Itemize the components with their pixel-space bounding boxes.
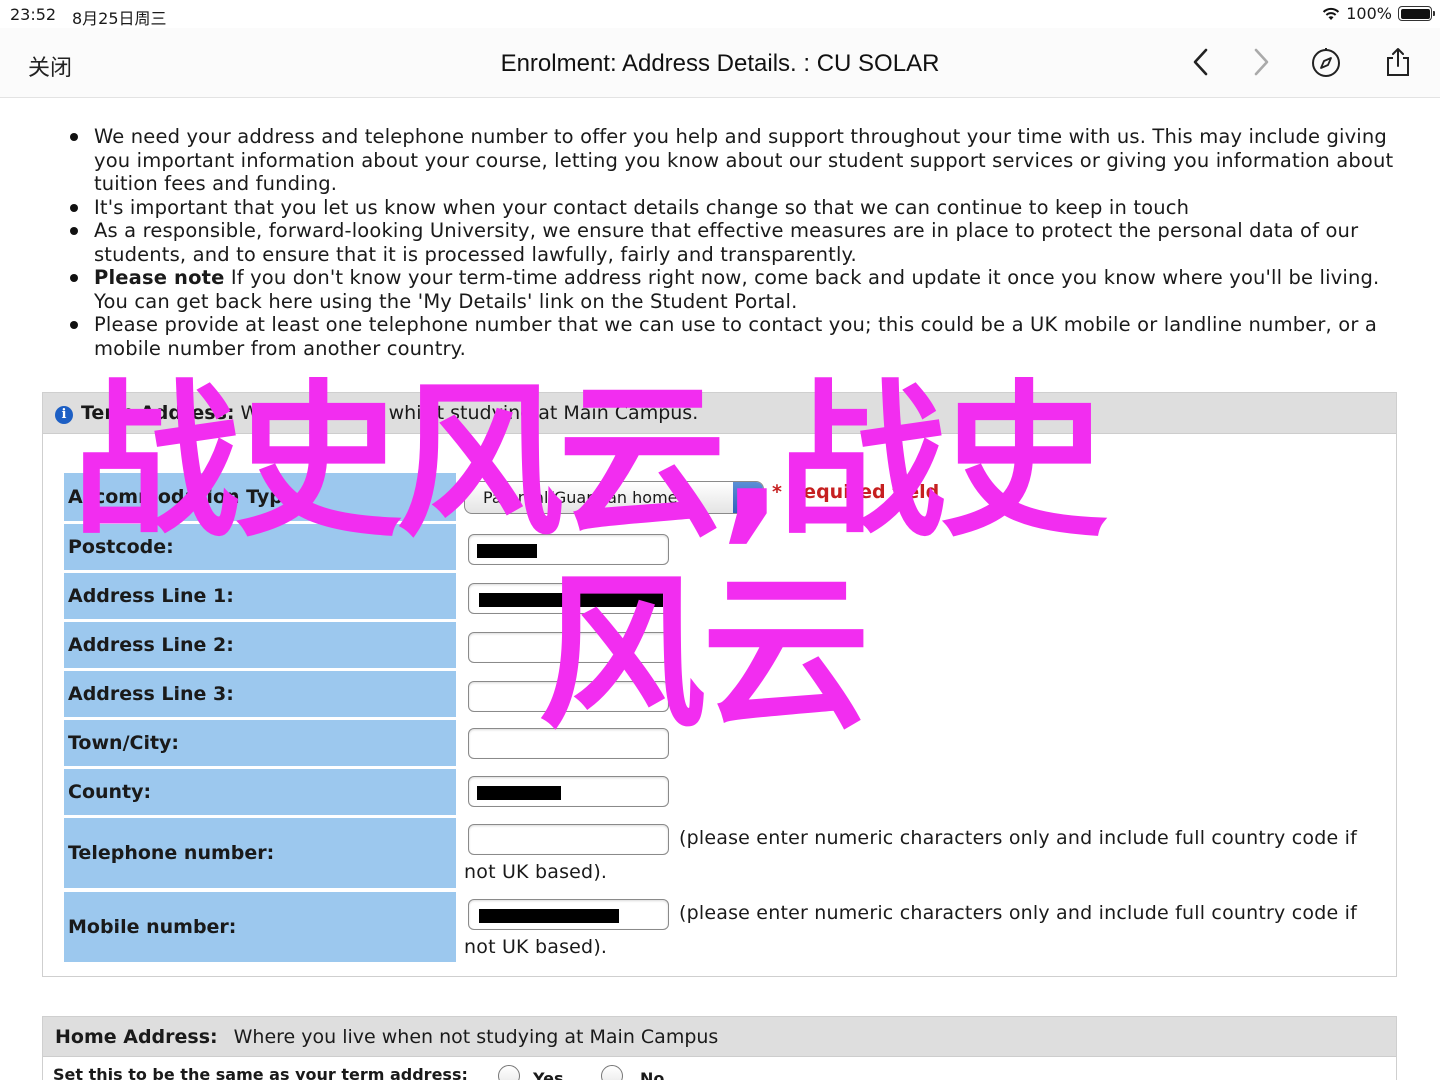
status-right: 100% — [1322, 4, 1435, 23]
status-time: 23:52 — [10, 5, 57, 24]
wifi-icon — [1323, 7, 1340, 20]
postcode-label: Postcode: — [64, 524, 456, 573]
same-yes-radio[interactable] — [498, 1065, 520, 1080]
bullet-item: It's important that you let us know when… — [62, 196, 1402, 220]
same-yes-label: Yes — [533, 1069, 564, 1080]
chevron-left-icon — [1193, 48, 1208, 76]
redacted-value — [477, 544, 537, 558]
mobile-input[interactable] — [468, 899, 669, 930]
mobile-hint: (please enter numeric characters only an… — [679, 902, 1357, 924]
status-date: 8月25日周三 — [72, 9, 167, 28]
bullet-item: Please note If you don't know your term-… — [62, 266, 1402, 313]
address-line-2-input[interactable] — [468, 632, 669, 663]
term-address-title: Term Address: — [81, 402, 235, 424]
back-button[interactable] — [1182, 42, 1222, 82]
address-line-2-label: Address Line 2: — [64, 622, 456, 671]
info-icon[interactable]: i — [55, 406, 73, 424]
chevron-right-icon — [1254, 48, 1269, 76]
postcode-input[interactable] — [468, 534, 669, 565]
share-icon — [1387, 48, 1409, 76]
status-bar: 23:52 8月25日周三 100% — [0, 0, 1440, 28]
home-address-subtitle: Where you live when not studying at Main… — [233, 1026, 719, 1048]
telephone-hint: (please enter numeric characters only an… — [679, 827, 1357, 849]
town-label: Town/City: — [64, 720, 456, 769]
redacted-value — [477, 786, 561, 800]
bullet-item: As a responsible, forward-looking Univer… — [62, 219, 1402, 266]
bullet-item: We need your address and telephone numbe… — [62, 125, 1402, 196]
redacted-value — [479, 593, 663, 607]
battery-icon — [1398, 6, 1435, 21]
county-input[interactable] — [468, 776, 669, 807]
nav-bar: 关闭 Enrolment: Address Details. : CU SOLA… — [0, 28, 1440, 98]
term-address-subtitle: Where you live whilst studying at Main C… — [240, 402, 699, 424]
same-no-radio[interactable] — [601, 1065, 623, 1080]
accommodation-label: Accommodation Type — [64, 473, 456, 524]
mobile-hint-cont: not UK based). — [464, 936, 608, 958]
accommodation-value: Parental/Guardian home — [483, 488, 678, 507]
required-field-note: * Required field — [772, 481, 940, 503]
telephone-input[interactable] — [468, 824, 669, 855]
term-address-header: i Term Address: Where you live whilst stud… — [43, 393, 1396, 434]
term-address-panel: i Term Address: Where you live whilst stud… — [42, 392, 1397, 977]
address-line-3-label: Address Line 3: — [64, 671, 456, 720]
intro-bullet-list: We need your address and telephone numbe… — [62, 125, 1402, 360]
county-label: County: — [64, 769, 456, 818]
bullet-item: Please provide at least one telephone nu… — [62, 313, 1402, 360]
redacted-value — [479, 909, 619, 923]
compass-icon — [1312, 48, 1340, 77]
same-no-label: No — [640, 1069, 665, 1080]
page-title: Enrolment: Address Details. : CU SOLAR — [500, 50, 940, 77]
please-note-text: If you don't know your term-time address… — [94, 266, 1380, 313]
address-line-1-input[interactable] — [468, 583, 669, 614]
telephone-label: Telephone number: — [64, 818, 456, 891]
dropdown-arrow-icon — [733, 482, 763, 513]
home-address-panel: Home Address: Where you live when not stu… — [42, 1016, 1397, 1080]
mobile-label: Mobile number: — [64, 892, 456, 965]
home-address-header: Home Address: Where you live when not stu… — [43, 1017, 1396, 1057]
safari-button[interactable] — [1306, 42, 1346, 82]
town-input[interactable] — [468, 728, 669, 759]
share-button[interactable] — [1378, 42, 1418, 82]
address-line-1-label: Address Line 1: — [64, 573, 456, 622]
address-line-3-input[interactable] — [468, 681, 669, 712]
forward-button[interactable] — [1240, 42, 1280, 82]
home-address-title: Home Address: — [55, 1026, 218, 1048]
please-note-label: Please note — [94, 266, 225, 289]
battery-percent: 100% — [1346, 4, 1392, 23]
same-as-term-label: Set this to be the same as your term add… — [53, 1065, 468, 1080]
telephone-hint-cont: not UK based). — [464, 861, 608, 883]
accommodation-select[interactable]: Parental/Guardian home — [464, 481, 764, 514]
